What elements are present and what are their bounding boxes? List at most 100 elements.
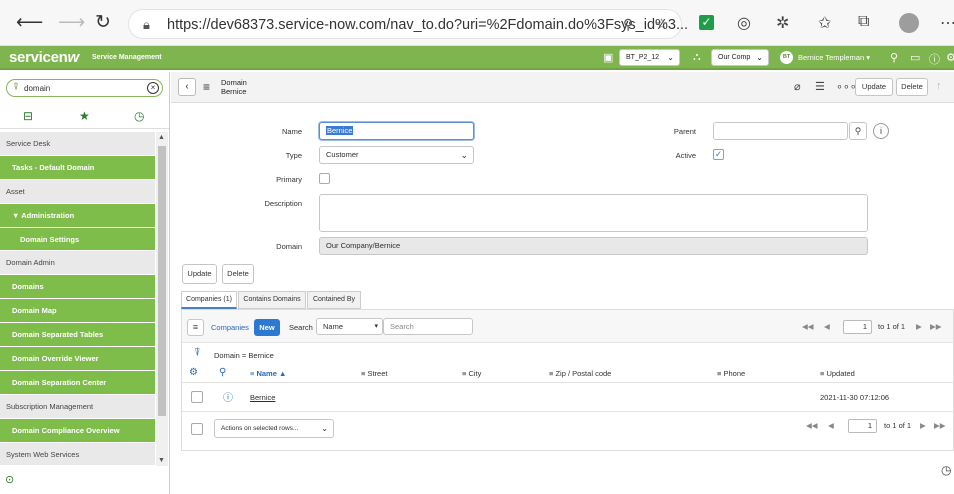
filter-funnel-icon[interactable]: ⍒	[194, 347, 201, 360]
extensions-puzzle-icon[interactable]: ✲	[776, 13, 789, 33]
tab-companies[interactable]: Companies (1)	[181, 291, 237, 309]
clear-icon[interactable]: ×	[147, 82, 159, 94]
domain-picker[interactable]: Our Comp ⌄	[711, 49, 769, 66]
list-title[interactable]: Companies	[211, 323, 249, 332]
up-arrow-icon[interactable]: ↑	[936, 80, 942, 92]
update-set-picker[interactable]: BT_P2_12 ⌄	[619, 49, 680, 66]
favorite-star-icon[interactable]: ☆	[655, 15, 668, 33]
parent-lookup-search-icon[interactable]: ⚲	[849, 122, 867, 140]
update-button-header[interactable]: Update	[855, 78, 893, 96]
attachment-paperclip-icon[interactable]: ⌀	[794, 80, 801, 93]
info-icon[interactable]: i	[873, 123, 889, 139]
column-name[interactable]: ≡ Name ▲	[250, 369, 286, 378]
sidebar-section[interactable]: Asset	[0, 179, 155, 204]
refresh-icon[interactable]: ↻	[95, 11, 111, 34]
search-column-icon[interactable]: ⚲	[219, 367, 226, 378]
actions-select[interactable]: Actions on selected rows... ⌄	[214, 419, 334, 438]
preview-info-icon[interactable]: ⓘ	[223, 389, 233, 404]
zoom-icon[interactable]: ⚲	[623, 16, 633, 33]
extension-check-icon[interactable]: ✓	[699, 15, 714, 30]
personalize-sliders-icon[interactable]: ☰	[815, 80, 825, 93]
description-textarea[interactable]	[319, 194, 868, 232]
search-icon[interactable]: ⚲	[890, 51, 898, 64]
list-context-menu-icon[interactable]: ≡	[187, 319, 204, 336]
previous-page-icon[interactable]: ◀	[828, 421, 834, 430]
update-set-icon[interactable]: ▣	[603, 51, 613, 64]
first-page-icon[interactable]: ◀◀	[802, 322, 814, 331]
scroll-up-icon[interactable]: ▲	[158, 134, 165, 141]
personalize-gear-icon[interactable]: ⚙	[189, 367, 198, 378]
tab-contained-by[interactable]: Contained By	[307, 291, 361, 309]
scroll-down-icon[interactable]: ▼	[158, 457, 165, 464]
sidebar-section[interactable]: System Web Services	[0, 442, 155, 467]
navigator-scrollbar[interactable]: ▲ ▼	[156, 132, 168, 466]
previous-page-icon[interactable]: ◀	[824, 322, 830, 331]
history-clock-icon[interactable]: ◷	[134, 109, 144, 123]
first-page-icon[interactable]: ◀◀	[806, 421, 818, 430]
parent-field[interactable]	[713, 122, 848, 140]
address-bar[interactable]: 🔒︎ https://dev68373.service-now.com/nav_…	[128, 9, 688, 39]
sidebar-item[interactable]: Domain Separated Tables	[0, 323, 155, 348]
sidebar-item[interactable]: ▼ Administration	[0, 203, 155, 228]
context-menu-icon[interactable]: ≡	[203, 80, 210, 94]
tab-contains-domains[interactable]: Contains Domains	[238, 291, 306, 309]
navigator-filter-input[interactable]: domain	[24, 84, 50, 93]
all-applications-icon[interactable]: ⊟	[23, 109, 33, 123]
sidebar-item[interactable]: Domain Map	[0, 299, 155, 324]
sidebar-section[interactable]: Subscription Management	[0, 394, 155, 419]
sidebar-section[interactable]: Service Desk	[0, 132, 155, 156]
help-icon[interactable]: ⓘ	[929, 51, 940, 67]
sidebar-item[interactable]: Domains	[0, 275, 155, 300]
forward-arrow-icon[interactable]: ⟶	[58, 11, 85, 34]
tracking-icon[interactable]: ◎	[737, 13, 751, 33]
chat-icon[interactable]: ▭	[910, 51, 920, 64]
type-select[interactable]: Customer ⌄	[319, 146, 474, 164]
profile-avatar[interactable]	[899, 13, 919, 33]
active-checkbox[interactable]: ✓	[713, 149, 724, 160]
servicenow-logo[interactable]: servicenw	[9, 49, 79, 66]
page-number-input[interactable]: 1	[848, 419, 877, 433]
column-phone[interactable]: ≡ Phone	[717, 369, 745, 378]
favorites-star-icon[interactable]: ★	[79, 109, 90, 123]
navigator-filter[interactable]: ⍒ domain ×	[6, 79, 163, 97]
name-field[interactable]: Bernice	[319, 122, 474, 140]
new-button[interactable]: New	[254, 319, 280, 336]
more-options-icon[interactable]: ∘∘∘	[836, 80, 857, 93]
update-button[interactable]: Update	[182, 264, 217, 284]
back-button[interactable]: ‹	[178, 78, 196, 96]
sidebar-section[interactable]: Domain Admin	[0, 251, 155, 276]
back-arrow-icon[interactable]: ⟵	[16, 11, 43, 34]
page-number-input[interactable]: 1	[843, 320, 872, 334]
delete-button[interactable]: Delete	[222, 264, 254, 284]
search-field-select[interactable]: Name ▾	[316, 318, 383, 335]
column-updated[interactable]: ≡ Updated	[820, 369, 855, 378]
collections-icon[interactable]: ⧉	[858, 13, 869, 31]
last-page-icon[interactable]: ▶▶	[930, 322, 942, 331]
more-menu-icon[interactable]: ⋯	[940, 13, 954, 33]
next-page-icon[interactable]: ▶	[916, 322, 922, 331]
favorites-icon[interactable]: ✩	[818, 13, 831, 33]
url-text[interactable]: https://dev68373.service-now.com/nav_to.…	[167, 17, 688, 33]
user-menu[interactable]: Bernice Templeman ▾	[798, 53, 870, 62]
delete-button-header[interactable]: Delete	[896, 78, 928, 96]
search-input[interactable]: Search	[383, 318, 473, 335]
scroll-thumb[interactable]	[158, 146, 166, 416]
sidebar-item[interactable]: Domain Compliance Overview	[0, 418, 155, 443]
column-street[interactable]: ≡ Street	[361, 369, 387, 378]
response-time-clock-icon[interactable]: ◷	[941, 463, 951, 477]
next-page-icon[interactable]: ▶	[920, 421, 926, 430]
column-zip[interactable]: ≡ Zip / Postal code	[549, 369, 611, 378]
select-all-checkbox[interactable]	[191, 423, 203, 435]
sidebar-item[interactable]: Domain Settings	[0, 227, 155, 252]
column-city[interactable]: ≡ City	[462, 369, 481, 378]
sidebar-item[interactable]: Domain Separation Center	[0, 370, 155, 395]
user-avatar[interactable]: BT	[780, 51, 793, 64]
list-breadcrumb[interactable]: Domain = Bernice	[214, 351, 274, 360]
sidebar-item[interactable]: Tasks - Default Domain	[0, 155, 155, 180]
row-name-link[interactable]: Bernice	[250, 393, 275, 402]
row-checkbox[interactable]	[191, 391, 203, 403]
settings-gear-icon[interactable]: ⚙	[946, 51, 954, 64]
collapse-navigator-icon[interactable]: ⊙	[5, 473, 14, 486]
sidebar-item[interactable]: Domain Override Viewer	[0, 347, 155, 371]
last-page-icon[interactable]: ▶▶	[934, 421, 946, 430]
